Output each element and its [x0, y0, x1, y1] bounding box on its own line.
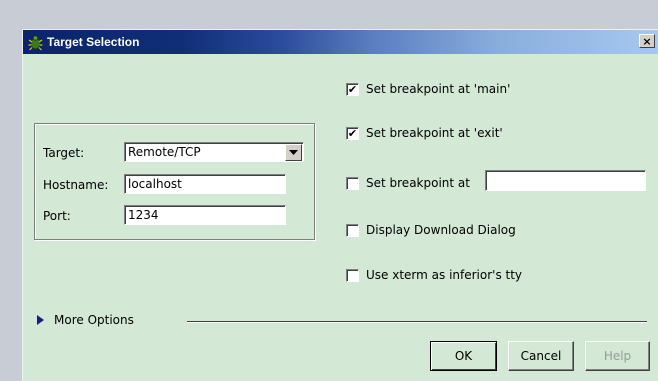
download-dialog-option[interactable]: Display Download Dialog: [346, 223, 516, 237]
close-button[interactable]: ×: [639, 34, 655, 48]
target-select-value: Remote/TCP: [128, 145, 201, 159]
target-select[interactable]: Remote/TCP: [124, 142, 304, 162]
bp-at-option[interactable]: Set breakpoint at: [346, 176, 470, 190]
hostname-label: Hostname:: [43, 178, 109, 192]
bp-main-label: Set breakpoint at 'main': [366, 82, 511, 96]
more-options-label: More Options: [54, 313, 134, 327]
xterm-checkbox[interactable]: [346, 268, 359, 282]
bug-icon: [28, 34, 43, 50]
cancel-button[interactable]: Cancel: [508, 341, 574, 371]
down-arrow-icon: [289, 149, 298, 155]
bp-exit-option[interactable]: ✔ Set breakpoint at 'exit': [346, 126, 503, 140]
help-button-label: Help: [603, 349, 632, 363]
checkmark-icon: ✔: [347, 126, 358, 140]
more-options-toggle[interactable]: More Options: [37, 313, 134, 327]
bp-exit-checkbox[interactable]: ✔: [346, 126, 359, 140]
cancel-button-label: Cancel: [520, 349, 562, 363]
bp-main-checkbox[interactable]: ✔: [346, 82, 359, 96]
bp-main-option[interactable]: ✔ Set breakpoint at 'main': [346, 82, 510, 96]
port-input[interactable]: 1234: [124, 205, 286, 225]
xterm-label: Use xterm as inferior's tty: [366, 268, 523, 282]
bp-at-checkbox[interactable]: [346, 176, 359, 190]
triangle-right-icon: [37, 315, 44, 325]
checkmark-icon: ✔: [347, 82, 358, 96]
target-group: Target: Remote/TCP Hostname: localhost P…: [34, 123, 315, 240]
download-dialog-checkbox[interactable]: [346, 223, 359, 237]
hostname-input[interactable]: localhost: [124, 174, 286, 194]
ok-button-label: OK: [454, 349, 473, 363]
window-title: Target Selection: [47, 35, 140, 49]
ok-button[interactable]: OK: [430, 341, 497, 371]
xterm-option[interactable]: Use xterm as inferior's tty: [346, 268, 522, 282]
target-label: Target:: [43, 146, 85, 160]
download-dialog-label: Display Download Dialog: [366, 223, 516, 237]
bp-at-label: Set breakpoint at: [366, 176, 470, 190]
bp-location-input[interactable]: [485, 170, 646, 191]
port-label: Port:: [43, 209, 71, 223]
separator: [187, 321, 647, 323]
close-icon: ×: [642, 34, 652, 48]
bp-exit-label: Set breakpoint at 'exit': [366, 126, 503, 140]
dropdown-button[interactable]: [285, 144, 302, 161]
help-button[interactable]: Help: [585, 341, 650, 371]
title-bar[interactable]: Target Selection ×: [23, 30, 658, 54]
target-selection-dialog: Target Selection × Target: Remote/TCP Ho…: [22, 29, 658, 381]
